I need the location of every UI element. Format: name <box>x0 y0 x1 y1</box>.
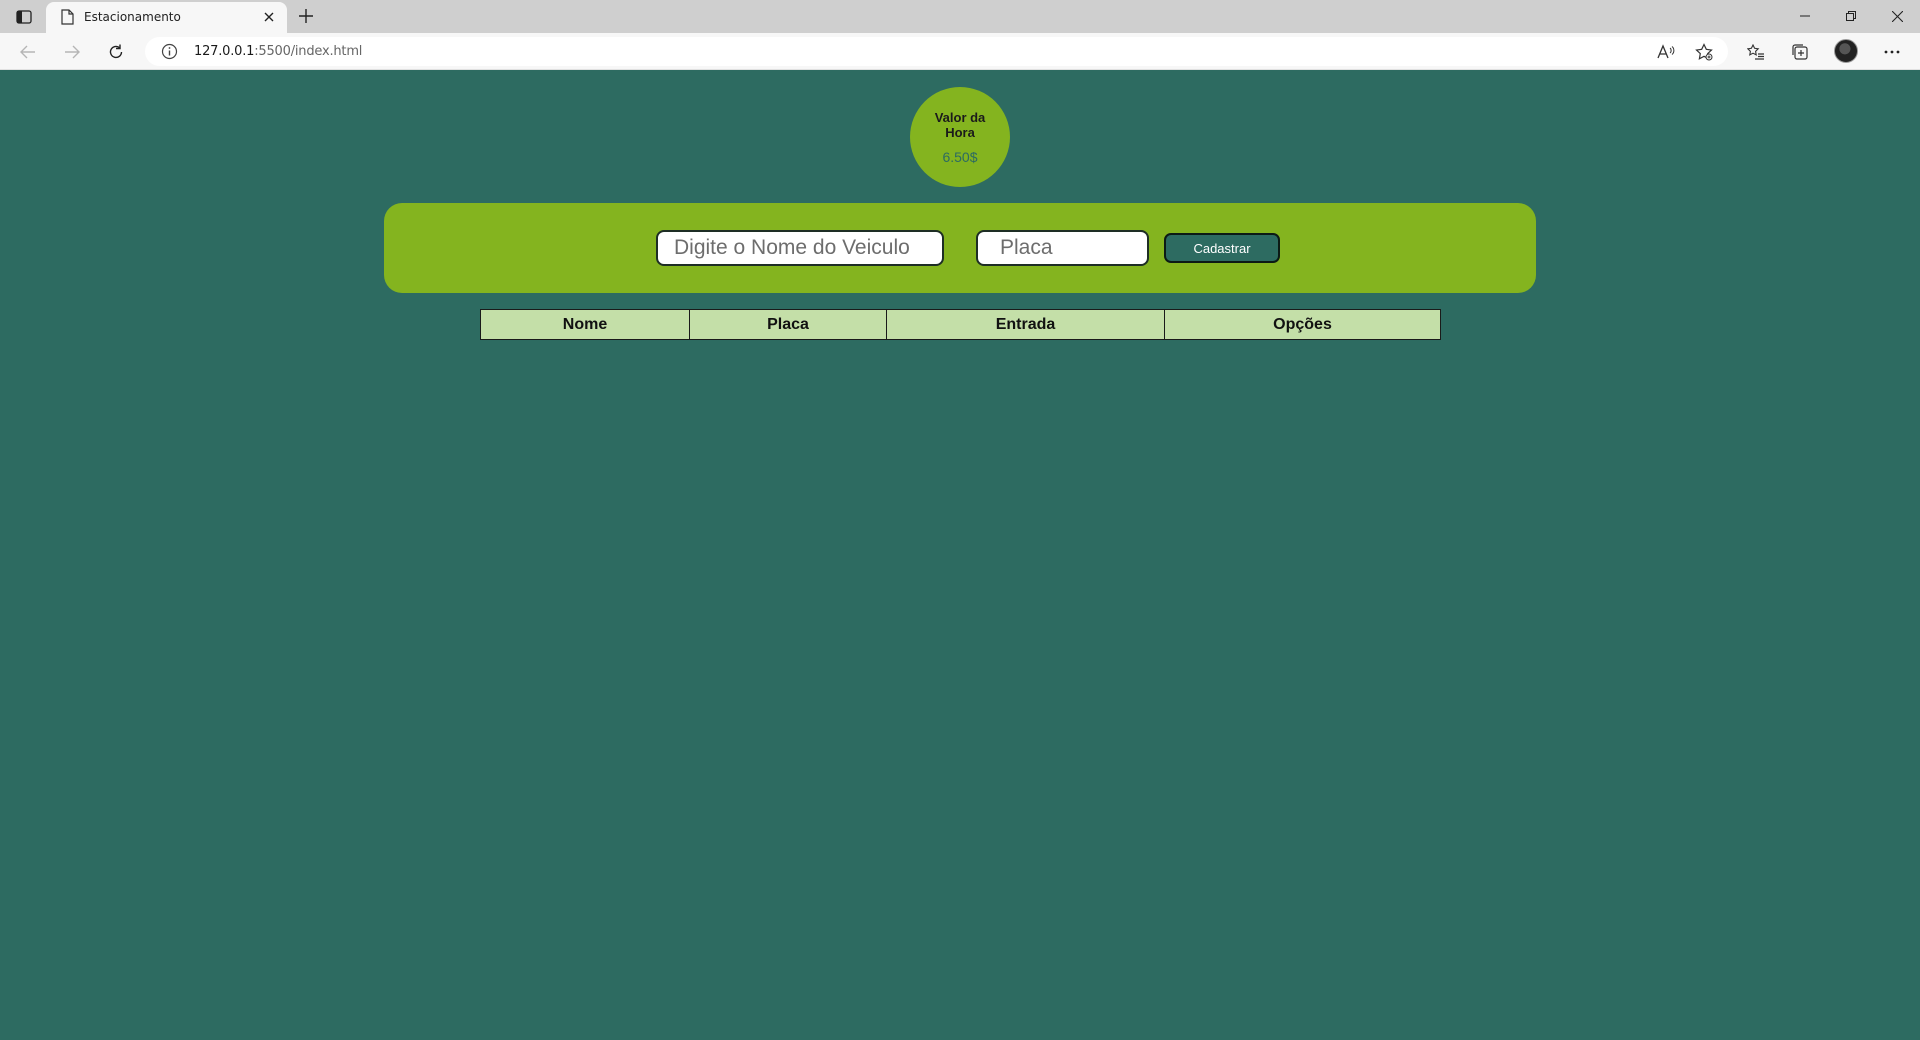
close-icon[interactable] <box>261 9 277 25</box>
tab-title: Estacionamento <box>84 10 181 24</box>
plate-input[interactable] <box>976 230 1149 266</box>
browser-tab-bar: Estacionamento <box>0 0 1920 33</box>
more-icon[interactable] <box>1878 38 1906 66</box>
url-path: :5500/index.html <box>254 44 363 59</box>
reload-icon[interactable] <box>102 38 130 66</box>
table-header-row: Nome Placa Entrada Opções <box>480 309 1441 340</box>
vehicles-table: Nome Placa Entrada Opções <box>480 309 1441 340</box>
minimize-icon[interactable] <box>1782 0 1828 32</box>
url-bar[interactable]: 127.0.0.1:5500/index.html <box>145 37 1728 66</box>
favorites-list-icon[interactable] <box>1742 38 1770 66</box>
restore-icon[interactable] <box>1828 0 1874 32</box>
window-close-icon[interactable] <box>1874 0 1920 32</box>
vehicle-name-input[interactable] <box>656 230 944 266</box>
hourly-rate-title: Valor da Hora <box>934 110 986 140</box>
column-header-nome: Nome <box>480 309 690 340</box>
column-header-placa: Placa <box>689 309 887 340</box>
plus-icon[interactable] <box>294 5 318 27</box>
favorite-star-icon[interactable] <box>1694 42 1714 62</box>
forward-arrow-icon[interactable] <box>58 38 86 66</box>
browser-address-bar: 127.0.0.1:5500/index.html <box>0 33 1920 70</box>
back-arrow-icon[interactable] <box>14 38 42 66</box>
browser-tab[interactable]: Estacionamento <box>46 2 287 33</box>
read-aloud-icon[interactable] <box>1656 42 1676 62</box>
sidebar-toggle-icon[interactable] <box>12 6 36 28</box>
url-text: 127.0.0.1:5500/index.html <box>194 44 362 59</box>
vehicles-table-wrapper: Nome Placa Entrada Opções <box>480 309 1441 340</box>
url-host: 127.0.0.1 <box>194 44 255 59</box>
hourly-rate-badge: Valor da Hora 6.50$ <box>910 87 1010 187</box>
vehicle-form-panel: Cadastrar <box>384 203 1536 293</box>
collections-icon[interactable] <box>1786 38 1814 66</box>
column-header-opcoes: Opções <box>1164 309 1441 340</box>
page-icon <box>60 9 74 25</box>
column-header-entrada: Entrada <box>886 309 1165 340</box>
hourly-rate-value: 6.50$ <box>942 149 978 165</box>
info-icon[interactable] <box>161 43 178 60</box>
register-button[interactable]: Cadastrar <box>1164 233 1280 263</box>
profile-avatar[interactable] <box>1834 39 1858 63</box>
